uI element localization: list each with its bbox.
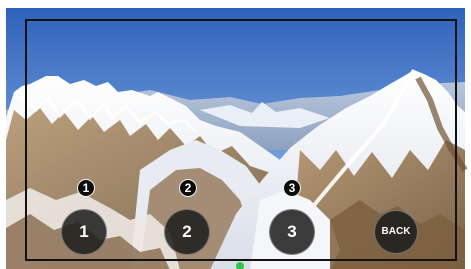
marker-2-icon: 2 [179, 179, 197, 197]
option-2-button[interactable]: 2 [164, 209, 210, 255]
app-screen: 1 2 3 1 2 3 BACK [0, 0, 471, 269]
marker-1-icon: 1 [77, 179, 95, 197]
option-3-button[interactable]: 3 [269, 209, 315, 255]
marker-3-icon: 3 [283, 179, 301, 197]
option-1-button[interactable]: 1 [61, 209, 107, 255]
back-button[interactable]: BACK [374, 210, 418, 254]
page-indicator-dot [236, 262, 244, 269]
